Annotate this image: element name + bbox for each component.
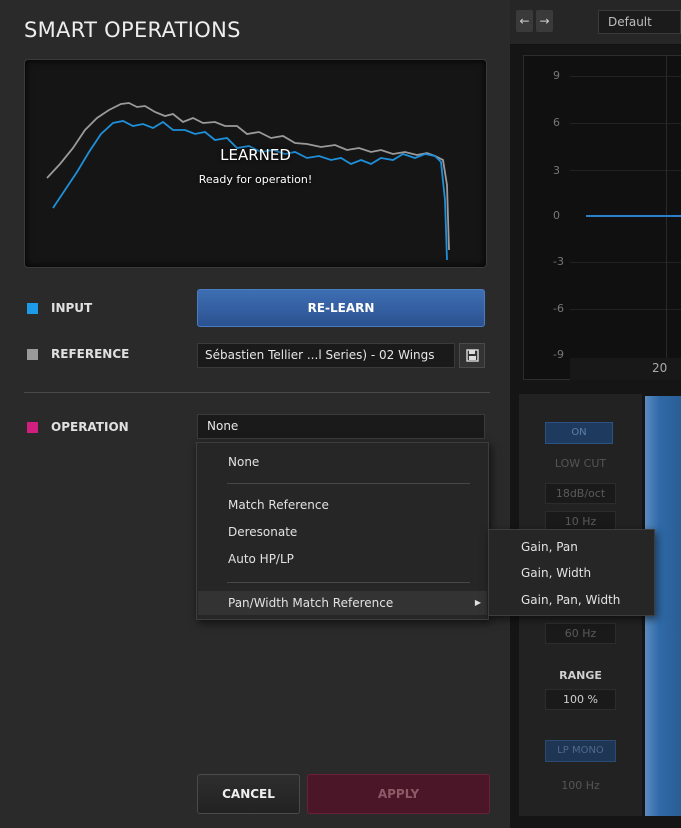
menu-separator [227,483,470,484]
save-button[interactable] [459,343,485,368]
reference-label: REFERENCE [51,347,130,361]
menu-item-label: Pan/Width Match Reference [228,596,394,610]
panel-title: SMART OPERATIONS [24,18,241,42]
operation-menu: None Match Reference Deresonate Auto HP/… [196,442,489,620]
submenu-arrow-icon: ▶ [474,598,481,607]
menu-item-pan-width-match-reference[interactable]: Pan/Width Match Reference ▶ [198,591,487,615]
menu-item-auto-hp-lp[interactable]: Auto HP/LP [198,547,487,571]
y-tick: -3 [553,255,564,268]
menu-item-match-reference[interactable]: Match Reference [198,493,487,517]
range-value[interactable]: 100 % [545,689,616,710]
y-tick: 9 [553,69,560,82]
y-tick: 6 [553,116,560,129]
status-title: LEARNED [220,146,291,164]
y-tick: 3 [553,164,560,177]
arrow-left-icon[interactable]: ← [516,10,533,32]
band-freq-2[interactable]: 60 Hz [545,623,616,644]
band-type[interactable]: LOW CUT [519,457,642,470]
relearn-button[interactable]: RE-LEARN [197,289,485,327]
eq-curve [586,215,681,217]
submenu-item-gain-width[interactable]: Gain, Width [489,561,654,585]
apply-button[interactable]: APPLY [307,774,490,814]
menu-separator [227,582,470,583]
lp-mono-button[interactable]: LP MONO [545,740,616,762]
band-on-button[interactable]: ON [545,422,613,444]
submenu-item-gain-pan[interactable]: Gain, Pan [489,535,654,559]
menu-item-deresonate[interactable]: Deresonate [198,520,487,544]
spectrum-display: LEARNED Ready for operation! [24,59,487,268]
input-label: INPUT [51,301,93,315]
grid-line [570,170,681,171]
band-slope[interactable]: 18dB/oct [545,483,616,504]
grid-line [570,76,681,77]
y-tick: -9 [553,348,564,361]
x-tick: 20 [652,361,668,375]
preset-selector[interactable]: Default [598,10,681,34]
grid-line [666,56,667,361]
y-tick: -6 [553,302,564,315]
cancel-button[interactable]: CANCEL [197,774,300,814]
save-icon [466,349,479,362]
input-color-swatch [27,303,38,314]
reference-file-field[interactable]: Sébastien Tellier ...l Series) - 02 Wing… [197,343,455,368]
pan-width-submenu: Gain, Pan Gain, Width Gain, Pan, Width [488,529,655,616]
arrow-right-icon[interactable]: → [536,10,553,32]
menu-item-none[interactable]: None [198,450,487,474]
grid-line [570,309,681,310]
operation-label: OPERATION [51,420,129,434]
submenu-item-gain-pan-width[interactable]: Gain, Pan, Width [489,588,654,612]
smart-operations-panel: SMART OPERATIONS LEARNED Ready for opera… [0,0,510,828]
operation-color-swatch [27,422,38,433]
grid-line [570,262,681,263]
input-curve [52,120,448,261]
y-tick: 0 [553,209,560,222]
range-label: RANGE [559,669,602,682]
eq-graph[interactable]: 9 6 3 0 -3 -6 -9 20 [523,55,681,380]
reference-color-swatch [27,349,38,360]
operation-select[interactable]: None [197,414,485,439]
status-subtitle: Ready for operation! [198,173,313,186]
grid-line [570,123,681,124]
divider [24,392,490,393]
lp-mono-freq[interactable]: 100 Hz [519,779,642,792]
